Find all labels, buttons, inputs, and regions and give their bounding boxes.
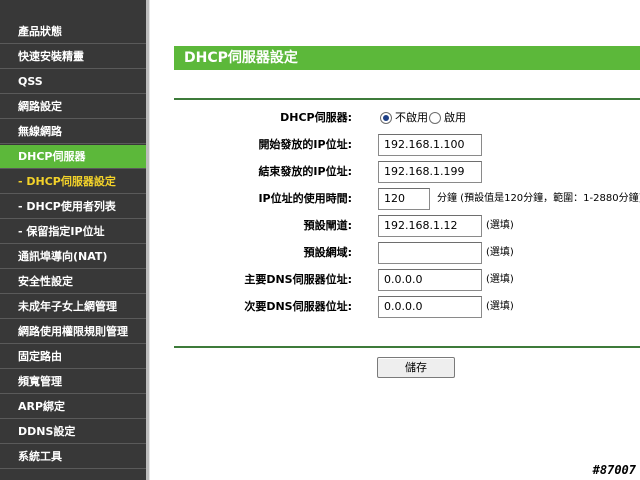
top-divider [174, 98, 640, 100]
secondary-dns-optional-note: (選填) [486, 301, 514, 312]
end-ip-field[interactable]: 192.168.1.199 [378, 161, 482, 183]
secondary-dns-field[interactable]: 0.0.0.0 [378, 296, 482, 318]
sidebar-item-quick-setup[interactable]: 快速安裝精靈 [0, 45, 146, 69]
sidebar-item-status[interactable]: 產品狀態 [0, 20, 146, 44]
page-title: DHCP伺服器設定 [184, 50, 298, 66]
sidebar-item-parental-control[interactable]: 未成年子女上網管理 [0, 295, 146, 319]
lease-time-note: 分鐘 (預設值是120分鐘，範圍：1-2880分鐘) [437, 193, 640, 204]
dhcp-server-label: DHCP伺服器: [280, 111, 352, 124]
sidebar-item-security[interactable]: 安全性設定 [0, 270, 146, 294]
gateway-optional-note: (選填) [486, 220, 514, 231]
sidebar-item-system-tools[interactable]: 系統工具 [0, 445, 146, 469]
sidebar-item-static-routing[interactable]: 固定路由 [0, 345, 146, 369]
sidebar-nav: 產品狀態 快速安裝精靈 QSS 網路設定 無線網路 DHCP伺服器 - DHCP… [0, 0, 146, 480]
primary-dns-label: 主要DNS伺服器位址: [244, 273, 352, 286]
lease-time-field[interactable]: 120 [378, 188, 430, 210]
start-ip-field[interactable]: 192.168.1.100 [378, 134, 482, 156]
lease-time-label: IP位址的使用時間: [258, 192, 352, 205]
sidebar-item-network[interactable]: 網路設定 [0, 95, 146, 119]
sidebar-item-wireless[interactable]: 無線網路 [0, 120, 146, 144]
sidebar-item-arp-binding[interactable]: ARP綁定 [0, 395, 146, 419]
secondary-dns-label: 次要DNS伺服器位址: [244, 300, 352, 313]
primary-dns-optional-note: (選填) [486, 274, 514, 285]
end-ip-label: 結束發放的IP位址: [258, 165, 352, 178]
page-title-bar: DHCP伺服器設定 [174, 46, 640, 70]
bottom-divider [174, 346, 640, 348]
sidebar-border-highlight [149, 0, 150, 480]
domain-field[interactable] [378, 242, 482, 264]
sidebar-item-qss[interactable]: QSS [0, 70, 146, 94]
sidebar-item-dhcp-clients[interactable]: - DHCP使用者列表 [0, 195, 146, 219]
start-ip-label: 開始發放的IP位址: [258, 138, 352, 151]
sidebar-item-address-reservation[interactable]: - 保留指定IP位址 [0, 220, 146, 244]
domain-optional-note: (選填) [486, 247, 514, 258]
sidebar-item-bandwidth[interactable]: 頻寬管理 [0, 370, 146, 394]
domain-label: 預設網域: [303, 246, 352, 259]
watermark-text: #87007 [592, 463, 636, 477]
save-button[interactable]: 儲存 [377, 357, 455, 378]
sidebar-item-dhcp-settings[interactable]: - DHCP伺服器設定 [0, 170, 146, 194]
dhcp-disable-label: 不啟用 [395, 111, 428, 124]
sidebar-item-dhcp[interactable]: DHCP伺服器 [0, 145, 146, 169]
primary-dns-field[interactable]: 0.0.0.0 [378, 269, 482, 291]
dhcp-disable-radio[interactable] [380, 112, 392, 124]
sidebar-item-access-control[interactable]: 網路使用權限規則管理 [0, 320, 146, 344]
dhcp-enable-label: 啟用 [444, 111, 466, 124]
sidebar-item-nat[interactable]: 通訊埠導向(NAT) [0, 245, 146, 269]
gateway-field[interactable]: 192.168.1.12 [378, 215, 482, 237]
dhcp-enable-radio[interactable] [429, 112, 441, 124]
sidebar-item-ddns[interactable]: DDNS設定 [0, 420, 146, 444]
gateway-label: 預設閘道: [303, 219, 352, 232]
